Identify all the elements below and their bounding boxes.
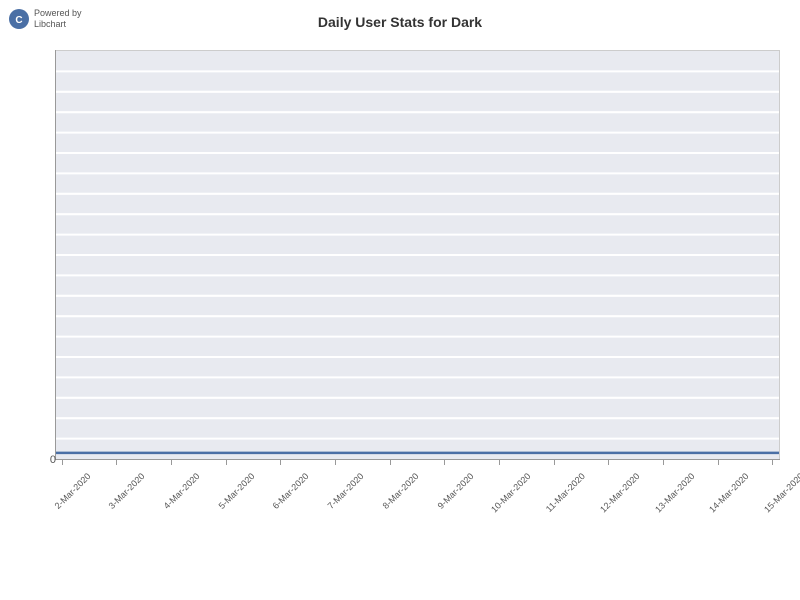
x-axis-label: 7-Mar-2020 xyxy=(326,471,366,511)
x-label-item: 7-Mar-2020 xyxy=(328,460,342,481)
x-axis-label: 15-Mar-2020 xyxy=(762,471,800,515)
x-axis-label: 6-Mar-2020 xyxy=(271,471,311,511)
x-axis-label: 11-Mar-2020 xyxy=(544,471,587,514)
x-label-item: 14-Mar-2020 xyxy=(711,460,725,481)
chart-title: Daily User Stats for Dark xyxy=(0,14,800,30)
x-label-item: 11-Mar-2020 xyxy=(547,460,561,481)
x-axis-label: 2-Mar-2020 xyxy=(52,471,92,511)
x-label-item: 6-Mar-2020 xyxy=(274,460,288,481)
x-label-item: 13-Mar-2020 xyxy=(657,460,671,481)
data-line-svg xyxy=(56,51,779,459)
x-tick xyxy=(772,460,773,465)
x-tick xyxy=(62,460,63,465)
x-axis-label: 8-Mar-2020 xyxy=(380,471,420,511)
x-tick xyxy=(390,460,391,465)
chart-container: C Powered by Libchart Daily User Stats f… xyxy=(0,0,800,600)
x-label-item: 2-Mar-2020 xyxy=(55,460,69,481)
x-label-item: 12-Mar-2020 xyxy=(602,460,616,481)
x-label-item: 4-Mar-2020 xyxy=(164,460,178,481)
x-axis-label: 5-Mar-2020 xyxy=(216,471,256,511)
x-tick xyxy=(608,460,609,465)
x-label-item: 5-Mar-2020 xyxy=(219,460,233,481)
x-axis-label: 14-Mar-2020 xyxy=(708,471,752,515)
x-axis-label: 3-Mar-2020 xyxy=(107,471,147,511)
x-axis-label: 10-Mar-2020 xyxy=(489,471,533,515)
x-label-item: 10-Mar-2020 xyxy=(493,460,507,481)
x-axis-label: 12-Mar-2020 xyxy=(598,471,642,515)
x-axis-label: 9-Mar-2020 xyxy=(435,471,475,511)
x-label-item: 8-Mar-2020 xyxy=(383,460,397,481)
y-axis: 0 xyxy=(45,50,60,460)
x-axis-label: 4-Mar-2020 xyxy=(162,471,202,511)
x-axis: 2-Mar-2020 3-Mar-2020 4-Mar-2020 5-Mar-2020… xyxy=(55,460,780,590)
x-tick xyxy=(554,460,555,465)
x-label-item: 9-Mar-2020 xyxy=(438,460,452,481)
x-tick xyxy=(444,460,445,465)
x-tick xyxy=(226,460,227,465)
x-tick xyxy=(116,460,117,465)
x-tick xyxy=(335,460,336,465)
x-tick xyxy=(280,460,281,465)
x-tick xyxy=(171,460,172,465)
chart-plot-area xyxy=(55,50,780,460)
x-tick xyxy=(663,460,664,465)
x-label-item: 3-Mar-2020 xyxy=(110,460,124,481)
x-tick xyxy=(718,460,719,465)
x-label-item: 15-Mar-2020 xyxy=(766,460,780,481)
x-tick xyxy=(499,460,500,465)
x-axis-label: 13-Mar-2020 xyxy=(653,471,697,515)
